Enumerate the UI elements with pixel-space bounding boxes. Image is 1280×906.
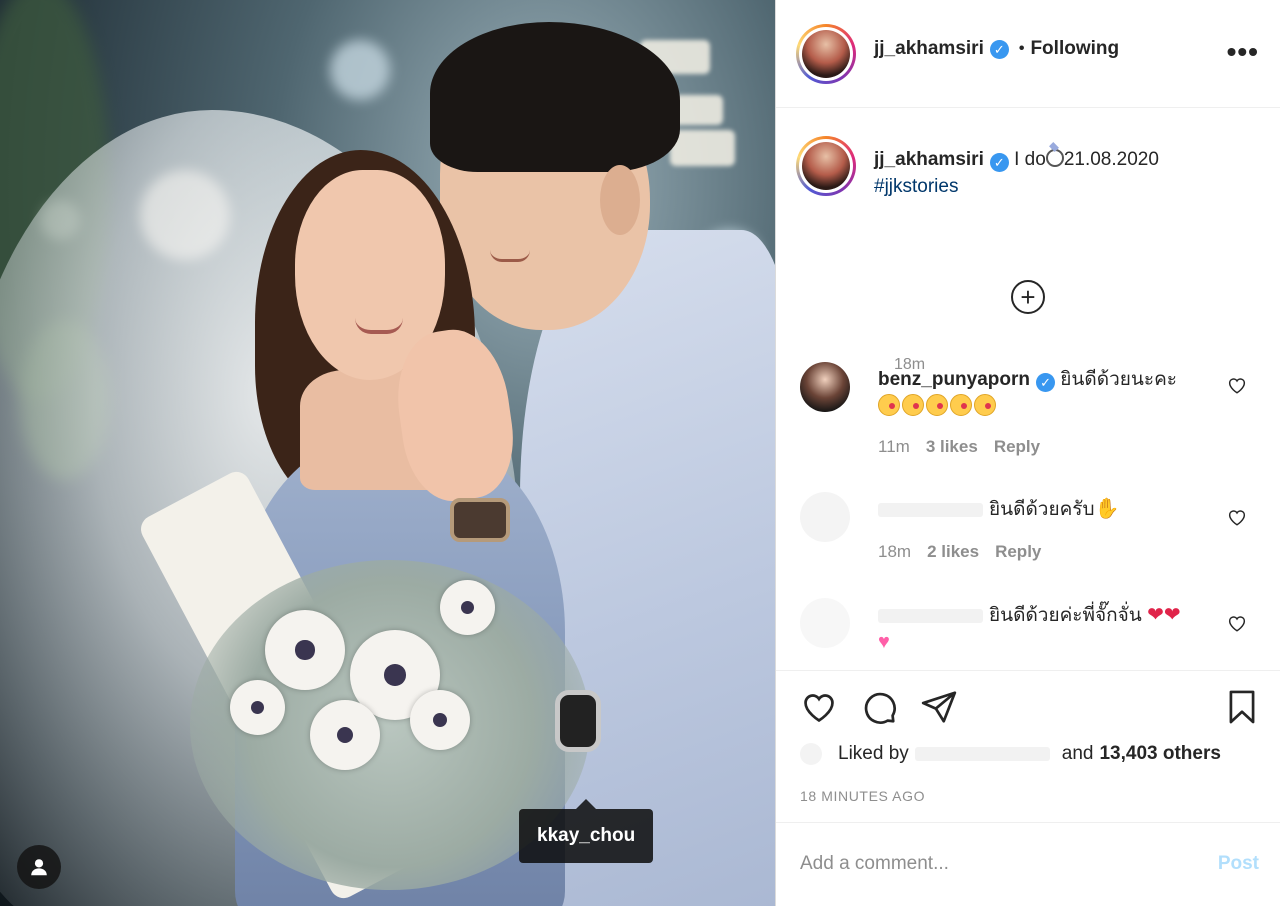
clap-emoji-icon: ✋ xyxy=(1094,498,1120,520)
anemone-flower xyxy=(230,680,285,735)
comment-item: ยินดีด้วยค่ะพี่จั๊กจั่น ❤❤ ♥ xyxy=(800,598,1270,668)
caption-avatar[interactable] xyxy=(796,136,856,196)
comment-time[interactable]: 18m xyxy=(878,542,911,562)
author-avatar[interactable] xyxy=(796,24,856,84)
caption-body: I do xyxy=(1014,149,1046,170)
comment-likes[interactable]: 3 likes xyxy=(926,437,978,457)
comment-likes[interactable]: 2 likes xyxy=(927,542,979,562)
verified-badge-icon: ✓ xyxy=(1036,373,1056,392)
redacted-liker[interactable] xyxy=(914,747,1050,761)
comment-reply-button[interactable]: Reply xyxy=(994,437,1040,457)
pink-heart-emoji-icon: ♥ xyxy=(878,631,890,653)
redacted-username xyxy=(878,608,983,623)
verified-badge-icon: ✓ xyxy=(989,153,1009,172)
comment-avatar[interactable] xyxy=(800,598,850,648)
post-timestamp[interactable]: 18 MINUTES AGO xyxy=(800,788,925,804)
header-separator: • xyxy=(1018,40,1025,57)
ceiling-light xyxy=(670,130,735,166)
user-icon xyxy=(31,859,47,876)
anemone-flower xyxy=(440,580,495,635)
post-comment-button[interactable]: Post xyxy=(1218,853,1259,875)
comment-like-heart-icon[interactable] xyxy=(1226,374,1248,396)
photo-user-tag[interactable]: kkay_chou xyxy=(519,799,654,863)
add-comment-bar: Post xyxy=(776,822,1280,906)
like-heart-icon[interactable] xyxy=(800,688,838,726)
ring-emoji-icon xyxy=(1045,149,1064,167)
anemone-flower xyxy=(265,610,345,690)
verified-badge-icon: ✓ xyxy=(989,39,1009,59)
post-header: jj_akhamsiri ✓ • Following ••• xyxy=(776,0,1280,108)
groom-smile xyxy=(490,250,530,262)
divider xyxy=(776,670,1280,671)
likes-count[interactable]: 13,403 others xyxy=(1099,743,1220,765)
comment-item: ยินดีด้วยครับ✋ 18m 2 likes Reply xyxy=(800,492,1270,582)
comment-avatar[interactable] xyxy=(800,362,850,412)
kiss-emoji-icon xyxy=(878,394,998,417)
anemone-flower xyxy=(410,690,470,750)
liked-by-and: and xyxy=(1061,743,1094,764)
comment-like-heart-icon[interactable] xyxy=(1226,506,1248,528)
groom-watch xyxy=(555,690,601,752)
caption-username[interactable]: jj_akhamsiri xyxy=(874,149,984,170)
comment-username[interactable]: benz_punyaporn xyxy=(878,369,1030,390)
bride-watch xyxy=(450,498,510,542)
author-line: jj_akhamsiri ✓ • Following xyxy=(874,38,1119,60)
post-photo[interactable]: kkay_chou xyxy=(0,0,775,906)
comment-body: ยินดีด้วยค่ะพี่จั๊กจั่น ❤❤ ♥ xyxy=(878,602,1223,656)
comment-meta: 18m 2 likes Reply xyxy=(878,542,1041,562)
comment-time[interactable]: 11m xyxy=(878,437,910,457)
liked-by-prefix: Liked by xyxy=(838,743,909,764)
comment-text: ยินดีด้วยครับ xyxy=(989,499,1095,520)
likes-summary: Liked by and 13,403 others xyxy=(800,743,1221,765)
following-button[interactable]: Following xyxy=(1030,38,1119,60)
comment-body: ยินดีด้วยครับ✋ xyxy=(878,496,1223,523)
more-options-icon[interactable]: ••• xyxy=(1227,38,1259,66)
post-sidebar: jj_akhamsiri ✓ • Following ••• jj_akhams… xyxy=(775,0,1280,906)
comment-input[interactable] xyxy=(800,849,1180,879)
anemone-flower xyxy=(310,700,380,770)
comment-item: benz_punyaporn ✓ ยินดีด้วยนะคะ 11m 3 like… xyxy=(800,362,1270,472)
comment-meta: 11m 3 likes Reply xyxy=(878,437,1040,457)
save-bookmark-icon[interactable] xyxy=(1223,688,1261,726)
caption-text: jj_akhamsiri ✓ I do 21.08.2020 #jjkstories xyxy=(874,146,1254,200)
groom-ear xyxy=(600,165,640,235)
redacted-username xyxy=(878,502,983,517)
caption-date: 21.08.2020 xyxy=(1063,149,1159,170)
comment-like-heart-icon[interactable] xyxy=(1226,612,1248,634)
bokeh-light xyxy=(330,40,390,100)
photo-user-tag-label: kkay_chou xyxy=(537,825,636,846)
comment-text: ยินดีด้วยค่ะพี่จั๊กจั่น xyxy=(989,605,1142,626)
load-more-comments-icon[interactable]: + xyxy=(1011,280,1045,314)
comment-avatar[interactable] xyxy=(800,492,850,542)
share-paper-plane-icon[interactable] xyxy=(920,688,958,726)
comment-text: ยินดีด้วยนะคะ xyxy=(1060,369,1178,390)
comment-reply-button[interactable]: Reply xyxy=(995,542,1041,562)
author-username[interactable]: jj_akhamsiri xyxy=(874,38,984,60)
caption-hashtag[interactable]: #jjkstories xyxy=(874,173,1254,200)
comment-body: benz_punyaporn ✓ ยินดีด้วยนะคะ xyxy=(878,366,1223,420)
red-heart-emoji-icon: ❤❤ xyxy=(1147,604,1181,626)
tagged-users-button[interactable] xyxy=(17,845,61,889)
liker-avatar xyxy=(800,743,822,765)
comment-bubble-icon[interactable] xyxy=(860,688,898,726)
